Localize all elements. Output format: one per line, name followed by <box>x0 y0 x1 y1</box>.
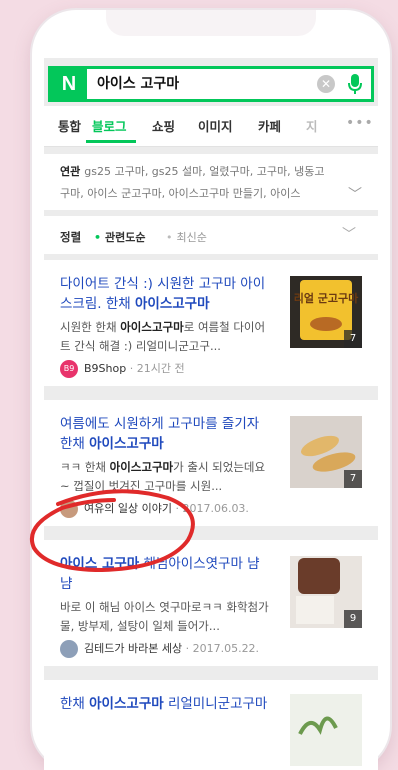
related-line-2[interactable]: 구마, 아이스 군고구마, 아이스고구마 만들기, 아이스 <box>60 185 342 201</box>
thumbnail-text: 리얼 군고구마 <box>294 291 359 305</box>
active-tab-indicator <box>86 140 136 143</box>
naver-logo[interactable]: N <box>51 69 87 99</box>
tab-map[interactable]: 지 <box>306 116 318 135</box>
image-count-badge: 7 <box>344 330 362 348</box>
sort-latest[interactable]: 최신순 <box>166 229 207 245</box>
related-keywords-1[interactable]: gs25 고구마, gs25 설마, 얼렸구마, 고구마, 냉동고 <box>84 165 324 178</box>
tab-cafe[interactable]: 카페 <box>258 116 281 135</box>
image-count-badge: 9 <box>344 610 362 628</box>
result-thumbnail[interactable]: 9 <box>290 556 362 628</box>
tab-shopping[interactable]: 쇼핑 <box>152 116 175 135</box>
result-time: 2017.05.22. <box>192 642 260 655</box>
result-title[interactable]: 한채 아이스고구마 리얼미니군고구마 <box>60 694 272 714</box>
phone-notch <box>106 10 316 36</box>
blog-result[interactable]: 한채 아이스고구마 리얼미니군고구마 <box>44 680 378 770</box>
clear-icon[interactable]: ✕ <box>317 75 335 93</box>
related-label: 연관 <box>60 165 81 178</box>
sort-relevance[interactable]: 관련도순 <box>94 229 145 245</box>
result-meta: 김테드가 바라본 세상 · 2017.05.22. <box>60 640 259 658</box>
result-thumbnail[interactable]: 리얼 군고구마 7 <box>290 276 362 348</box>
result-thumbnail[interactable]: 7 <box>290 416 362 488</box>
avatar[interactable]: B9 <box>60 360 78 378</box>
image-count-badge: 7 <box>344 470 362 488</box>
more-icon[interactable]: ••• <box>346 115 374 131</box>
sort-bar: 정렬 관련도순 최신순 ﹀ <box>44 216 378 254</box>
search-tabs: 통합 블로그 쇼핑 이미지 카페 지 ••• <box>44 106 378 147</box>
result-source[interactable]: B9Shop <box>84 362 126 375</box>
sort-label: 정렬 <box>60 230 82 244</box>
result-meta: B9 B9Shop · 21시간 전 <box>60 360 185 378</box>
result-source[interactable]: 김테드가 바라본 세상 <box>84 642 182 655</box>
result-title[interactable]: 여름에도 시원하게 고구마를 즐기자 한채 아이스고구마 <box>60 414 272 454</box>
microphone-icon[interactable] <box>347 73 363 95</box>
blog-result[interactable]: 다이어트 간식 :) 시원한 고구마 아이스크림. 한채 아이스고구마 시원한 … <box>44 260 378 386</box>
result-snippet: 시원한 한채 아이스고구마로 여름철 다이어트 간식 해결 :) 리얼미니군고구… <box>60 320 266 353</box>
chevron-down-icon[interactable]: ﹀ <box>348 184 362 204</box>
avatar[interactable] <box>60 640 78 658</box>
tab-integrated[interactable]: 통합 <box>58 116 81 135</box>
related-searches: 연관 gs25 고구마, gs25 설마, 얼렸구마, 고구마, 냉동고 구마, … <box>44 154 378 210</box>
chevron-down-icon[interactable]: ﹀ <box>342 224 356 244</box>
tab-images[interactable]: 이미지 <box>198 116 233 135</box>
result-snippet: 바로 이 해님 아이스 엿구마로ㅋㅋ 화학첨가물, 방부제, 설탕이 일체 들어… <box>60 600 269 633</box>
thumbnail-image <box>290 694 362 766</box>
browser-screen: N 아이스 고구마 ✕ 통합 블로그 쇼핑 이미지 카페 지 ••• 연관 gs2… <box>44 58 378 770</box>
tab-blog[interactable]: 블로그 <box>92 116 127 135</box>
search-input[interactable]: 아이스 고구마 <box>97 69 179 99</box>
related-line-1[interactable]: 연관 gs25 고구마, gs25 설마, 얼렸구마, 고구마, 냉동고 <box>60 163 342 179</box>
search-bar[interactable]: N 아이스 고구마 ✕ <box>48 66 374 102</box>
result-time: 21시간 전 <box>136 362 185 375</box>
phone-frame: N 아이스 고구마 ✕ 통합 블로그 쇼핑 이미지 카페 지 ••• 연관 gs2… <box>32 10 390 770</box>
annotation-circle <box>30 489 195 573</box>
result-thumbnail[interactable] <box>290 694 362 766</box>
result-title[interactable]: 다이어트 간식 :) 시원한 고구마 아이스크림. 한채 아이스고구마 <box>60 274 272 314</box>
